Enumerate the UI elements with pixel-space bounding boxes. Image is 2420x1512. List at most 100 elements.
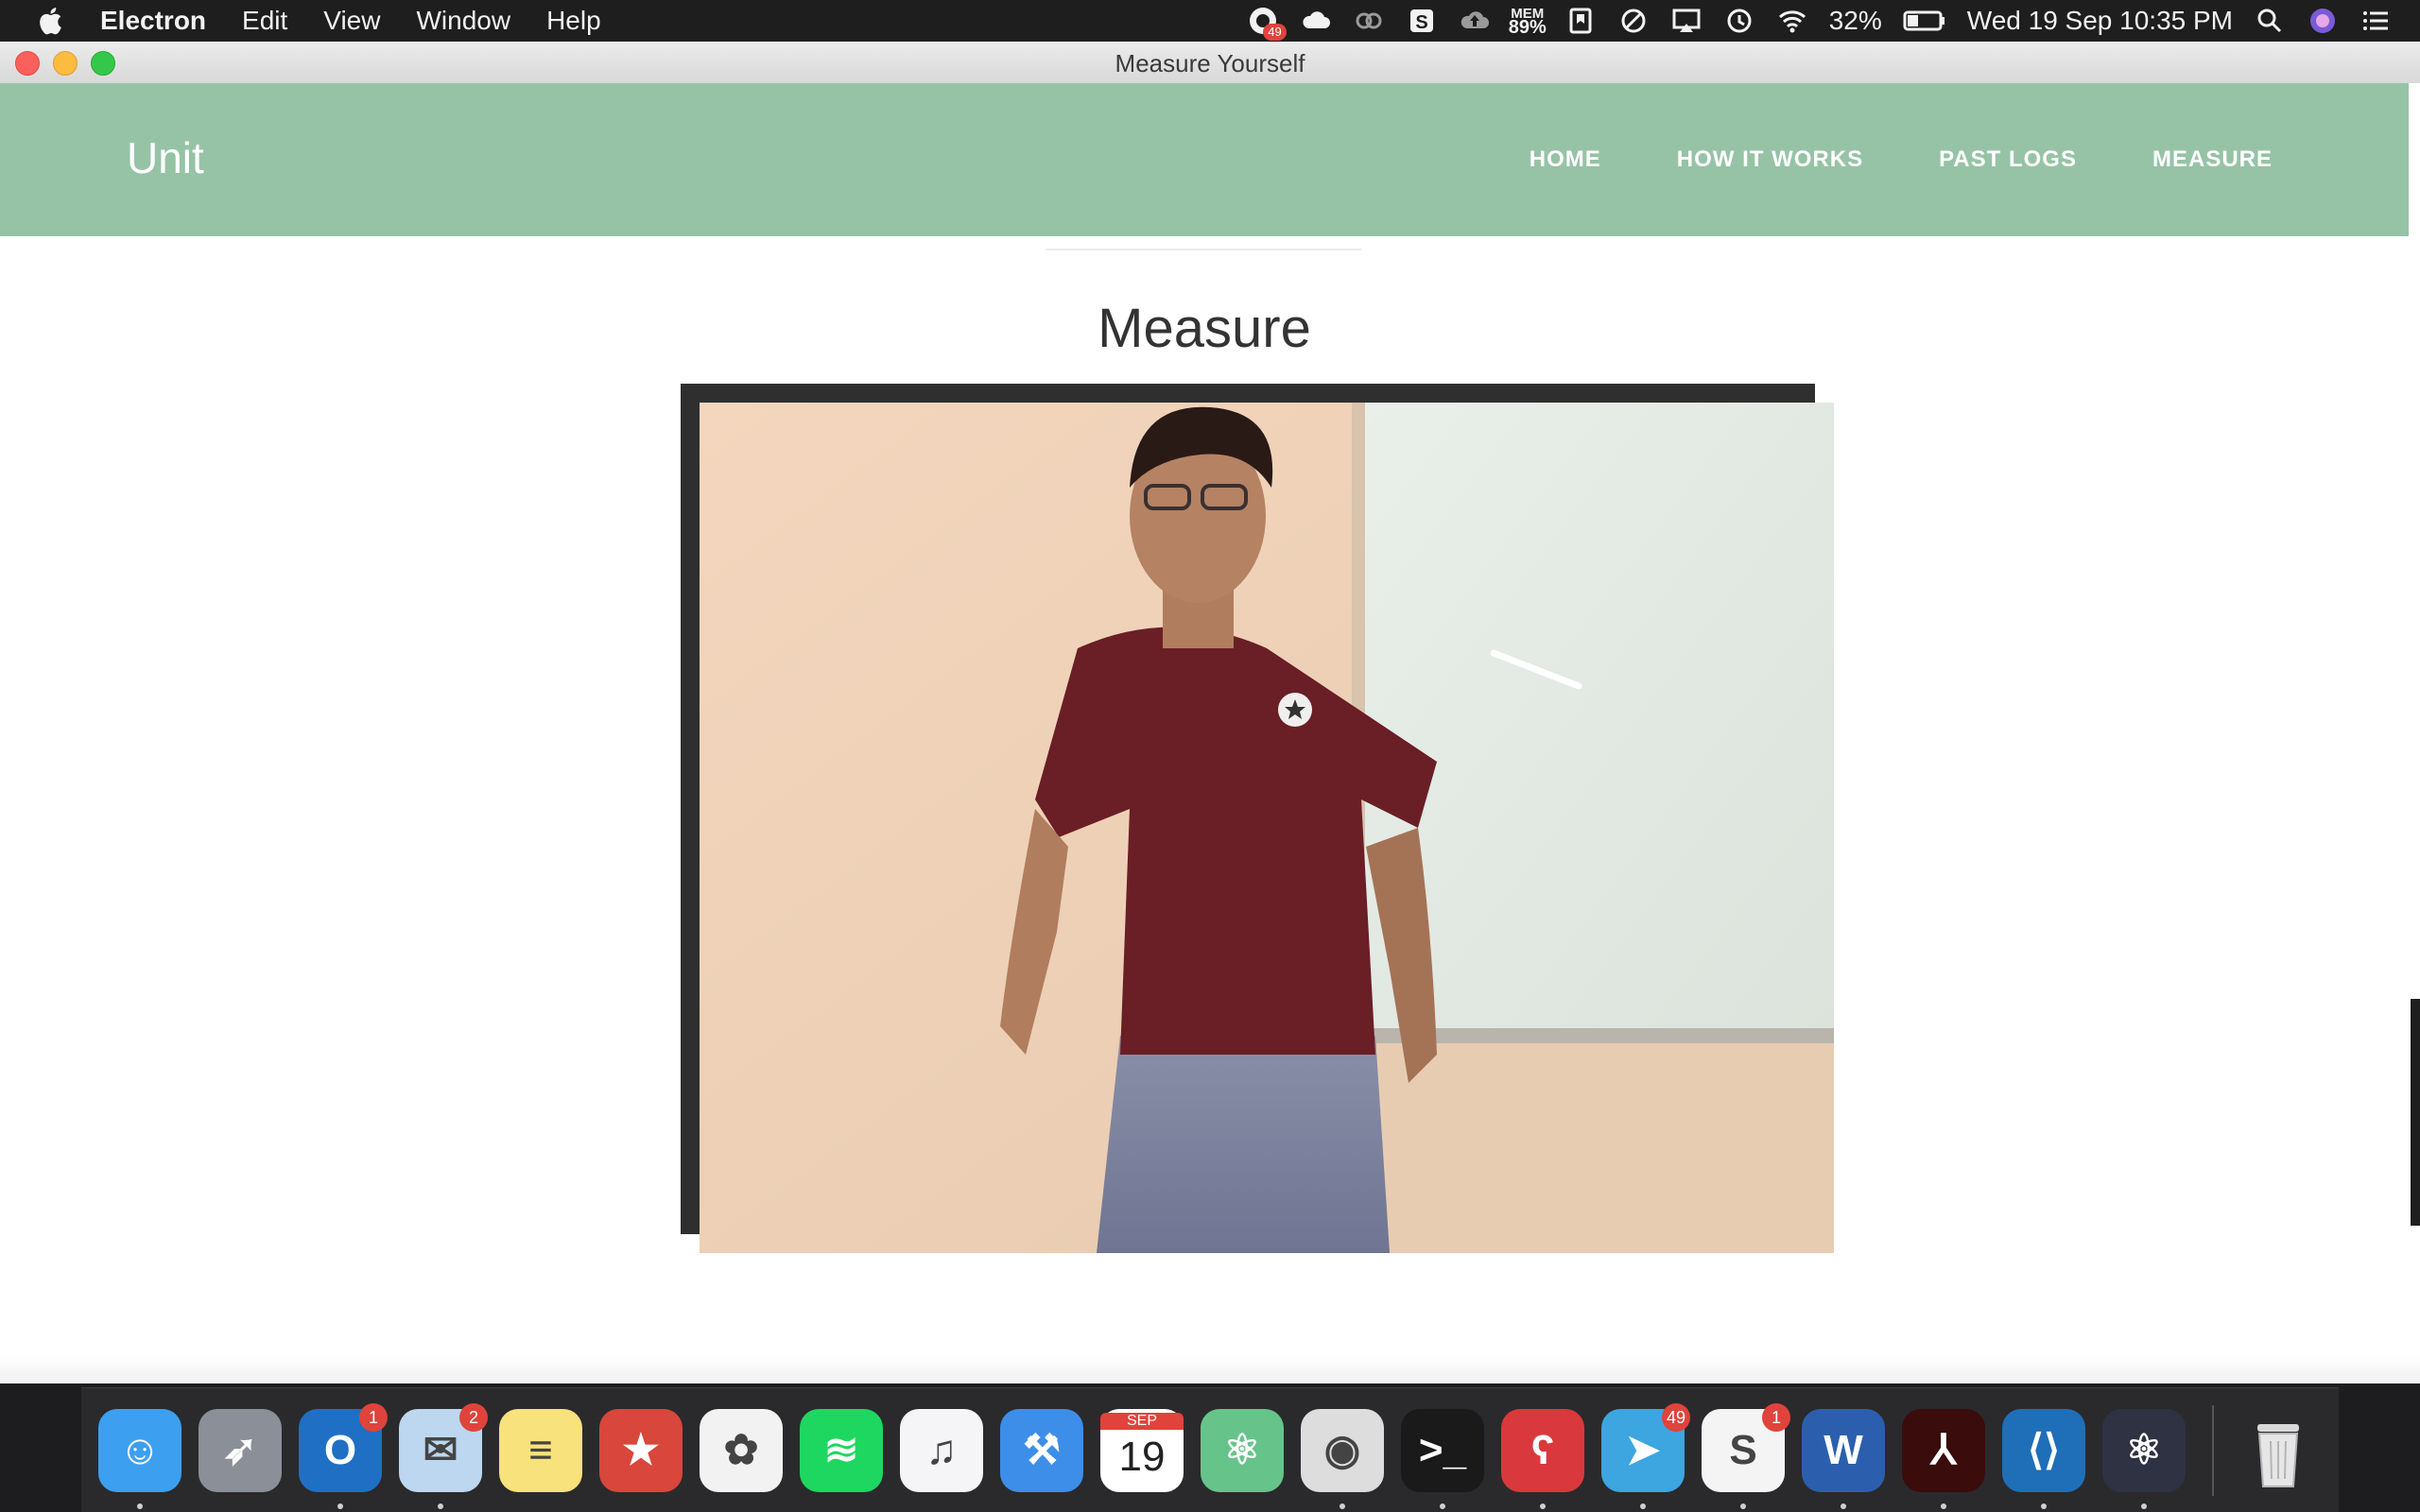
running-indicator xyxy=(1941,1503,1946,1509)
dock-mail-icon[interactable]: ✉ 2 xyxy=(399,1402,488,1509)
trash-icon xyxy=(2257,1423,2299,1487)
running-indicator xyxy=(2141,1503,2147,1509)
window-titlebar[interactable]: Measure Yourself xyxy=(0,42,2420,84)
menu-window[interactable]: Window xyxy=(416,6,510,36)
acrobat-icon: ⅄ xyxy=(1930,1426,1957,1473)
battery-icon[interactable] xyxy=(1903,5,1946,37)
clock[interactable]: Wed 19 Sep 10:35 PM xyxy=(1967,6,2233,36)
atom-icon: ⚛ xyxy=(1223,1426,1261,1473)
mem-value: 89% xyxy=(1508,16,1547,38)
dock-badge: 2 xyxy=(459,1402,488,1432)
electron-icon: ⚛ xyxy=(2125,1426,2163,1473)
menu-view[interactable]: View xyxy=(323,6,380,36)
spotify-icon: ≋ xyxy=(823,1426,859,1473)
notes-icon: ≡ xyxy=(528,1426,553,1473)
running-indicator xyxy=(1340,1503,1345,1509)
running-indicator xyxy=(2041,1503,2047,1509)
word-icon: W xyxy=(1824,1426,1863,1473)
dock-acrobat-icon[interactable]: ⅄ xyxy=(1902,1408,1985,1509)
nav-home[interactable]: HOME xyxy=(1530,146,1601,173)
notification-app-icon[interactable]: 49 xyxy=(1247,5,1287,41)
running-indicator xyxy=(1740,1503,1746,1509)
menu-edit[interactable]: Edit xyxy=(242,6,287,36)
site-navbar: Unit HOME HOW IT WORKS PAST LOGS MEASURE xyxy=(0,83,2409,236)
bear-icon: ʕ xyxy=(1530,1426,1555,1473)
music-icon: ♫ xyxy=(925,1426,958,1473)
bookmark-icon[interactable] xyxy=(1564,5,1597,37)
star-icon: ★ xyxy=(622,1426,660,1473)
apple-logo-icon[interactable] xyxy=(36,5,68,37)
dock-word-icon[interactable]: W xyxy=(1802,1408,1885,1509)
section-divider xyxy=(1046,249,1361,250)
vscode-icon: ⟨⟩ xyxy=(2027,1426,2061,1473)
rocket-icon: ➶ xyxy=(222,1426,258,1473)
dock-music-icon[interactable]: ♫ xyxy=(900,1408,983,1492)
battery-percent[interactable]: 32% xyxy=(1829,6,1882,36)
site-brand[interactable]: Unit xyxy=(127,132,204,183)
dock-atom-icon[interactable]: ⚛ xyxy=(1201,1408,1284,1492)
dock-terminal-icon[interactable]: >_ xyxy=(1401,1408,1484,1509)
airplay-icon[interactable] xyxy=(1670,5,1703,37)
running-indicator xyxy=(1440,1503,1445,1509)
dock-photos-icon[interactable]: ✿ xyxy=(700,1408,783,1492)
nav-how-it-works[interactable]: HOW IT WORKS xyxy=(1677,146,1863,173)
cloud-upload-icon[interactable] xyxy=(1459,5,1491,37)
dock-outlook-icon[interactable]: O1 xyxy=(299,1402,388,1509)
s-app-icon[interactable]: S xyxy=(1406,5,1438,37)
running-indicator xyxy=(137,1503,143,1509)
wifi-icon[interactable] xyxy=(1776,5,1808,37)
dock-badge: 49 xyxy=(1662,1402,1690,1432)
dock: ☺ ➶ O 1 ✉ 2 ≡ ★ ✿ ≋ ♫ ⚒ SEP 19 ⚛ ◉ >_ ʕ ➤ 49 S 1 W ⅄ ⟨⟩ ⚛ xyxy=(81,1387,2339,1512)
hammer-icon: ⚒ xyxy=(1023,1426,1061,1473)
nav-past-logs[interactable]: PAST LOGS xyxy=(1939,146,2077,173)
nav-measure[interactable]: MEASURE xyxy=(2152,146,2273,173)
do-not-disturb-icon[interactable] xyxy=(1617,5,1650,37)
running-indicator xyxy=(1540,1503,1546,1509)
creative-cloud-icon[interactable] xyxy=(1353,5,1385,37)
cloud-icon[interactable] xyxy=(1300,5,1332,37)
window-title: Measure Yourself xyxy=(1115,49,1305,77)
dock-badge: 1 xyxy=(1762,1402,1790,1432)
page-title: Measure xyxy=(1098,298,1311,359)
siri-icon[interactable] xyxy=(2307,5,2339,37)
spotlight-search-icon[interactable] xyxy=(2254,5,2286,37)
dock-finder-icon[interactable]: ☺ xyxy=(98,1408,182,1509)
running-indicator xyxy=(438,1503,443,1509)
dock-electron-icon[interactable]: ⚛ xyxy=(2102,1408,2186,1509)
status-area: 49 S MEM 89% 32% Wed 19 Sep 10:35 PM xyxy=(1247,0,2392,42)
dock-notes-icon[interactable]: ≡ xyxy=(499,1408,582,1492)
dock-rocket-icon[interactable]: ➶ xyxy=(199,1408,282,1492)
notification-badge: 49 xyxy=(1263,24,1287,41)
running-indicator xyxy=(1640,1503,1646,1509)
menu-app-name[interactable]: Electron xyxy=(100,6,206,36)
svg-text:S: S xyxy=(1415,12,1427,33)
calendar-month: SEP xyxy=(1100,1412,1184,1430)
dock-trash-icon[interactable] xyxy=(2237,1409,2320,1492)
photos-icon: ✿ xyxy=(723,1426,759,1473)
dock-bear-icon[interactable]: ʕ xyxy=(1501,1408,1584,1509)
dock-spotify-icon[interactable]: ≋ xyxy=(800,1408,883,1492)
dock-chrome-icon[interactable]: ◉ xyxy=(1301,1408,1384,1509)
scrollbar-thumb[interactable] xyxy=(2411,999,2420,1226)
dock-telegram-icon[interactable]: ➤ 49 xyxy=(1601,1402,1690,1509)
page-bottom-fade xyxy=(0,1355,2420,1383)
dock-hammer-icon[interactable]: ⚒ xyxy=(1000,1408,1083,1492)
calendar-day: 19 xyxy=(1118,1433,1166,1480)
chrome-icon: ◉ xyxy=(1323,1426,1361,1473)
dock-badge: 1 xyxy=(359,1402,388,1432)
menu-bar: Electron Edit View Window Help 49 S MEM 8… xyxy=(0,0,2420,42)
finder-icon: ☺ xyxy=(118,1426,162,1473)
memory-monitor[interactable]: MEM 89% xyxy=(1508,5,1547,38)
camera-feed xyxy=(700,403,1834,1253)
nav-links: HOME HOW IT WORKS PAST LOGS MEASURE xyxy=(1454,83,2273,236)
dock-vscode-icon[interactable]: ⟨⟩ xyxy=(2002,1408,2085,1509)
menu-help[interactable]: Help xyxy=(546,6,601,36)
dock-separator xyxy=(2212,1404,2214,1496)
dock-slack-icon[interactable]: S1 xyxy=(1702,1402,1790,1509)
notification-center-icon[interactable] xyxy=(2360,5,2392,37)
app-window: Measure Yourself Unit HOME HOW IT WORKS … xyxy=(0,42,2420,1383)
dock-calendar-icon[interactable]: SEP 19 xyxy=(1100,1408,1184,1492)
dock-star-icon[interactable]: ★ xyxy=(599,1408,683,1492)
running-indicator xyxy=(337,1503,343,1509)
time-machine-icon[interactable] xyxy=(1723,5,1755,37)
